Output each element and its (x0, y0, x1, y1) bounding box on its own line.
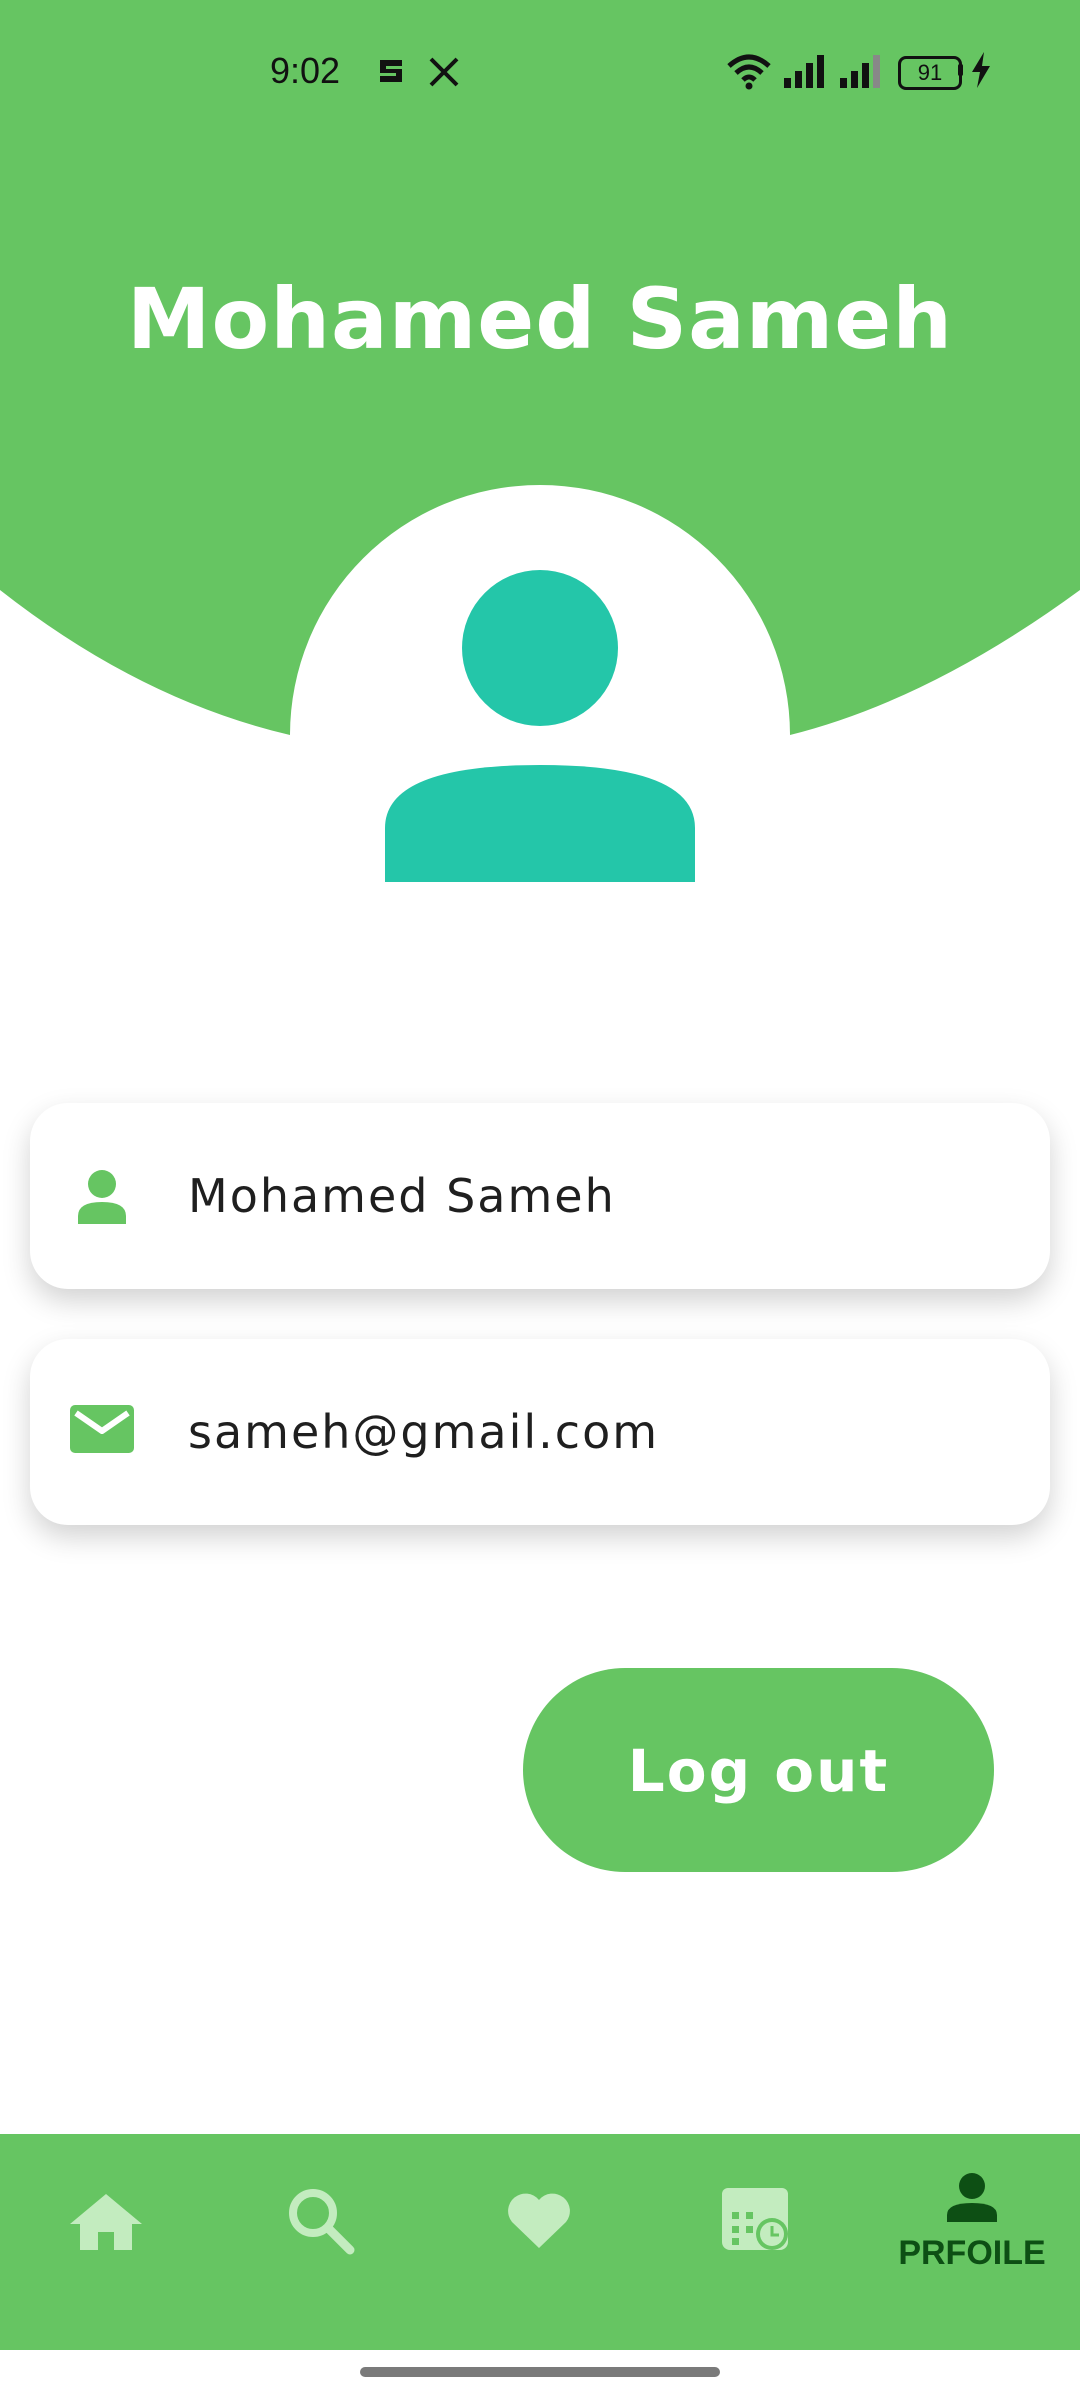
nav-item-schedule[interactable] (666, 2134, 846, 2350)
email-value: sameh@gmail.com (188, 1405, 660, 1459)
page-title: Mohamed Sameh (126, 270, 954, 368)
status-bar: 9:02 91 (0, 0, 1080, 140)
x-app-icon (429, 57, 459, 87)
home-icon (70, 2194, 142, 2250)
heart-icon (508, 2193, 570, 2248)
signal-icon-1 (784, 55, 824, 88)
logout-button[interactable]: Log out (523, 1668, 994, 1872)
battery-level: 91 (917, 60, 943, 85)
nav-item-favorites[interactable] (450, 2134, 630, 2350)
name-card: Mohamed Sameh (30, 1103, 1050, 1289)
signal-icon-2 (840, 55, 880, 88)
wifi-icon (727, 54, 771, 90)
person-icon (78, 1170, 126, 1224)
nav-item-search[interactable] (230, 2134, 410, 2350)
app-notification-icon (380, 60, 402, 82)
avatar-person-icon (385, 570, 695, 882)
home-indicator[interactable] (360, 2367, 720, 2377)
name-value: Mohamed Sameh (188, 1169, 616, 1223)
nav-item-profile[interactable]: PRFOILE (882, 2134, 1062, 2350)
search-icon (289, 2189, 355, 2255)
email-card: sameh@gmail.com (30, 1339, 1050, 1525)
nav-item-home[interactable] (18, 2134, 198, 2350)
mail-icon (70, 1405, 134, 1453)
bottom-nav: PRFOILE (0, 2134, 1080, 2350)
status-time: 9:02 (270, 50, 341, 91)
person-icon (947, 2173, 997, 2222)
charging-icon (972, 52, 990, 88)
calendar-icon (722, 2188, 788, 2250)
nav-label-profile: PRFOILE (898, 2234, 1046, 2272)
battery-icon: 91 (898, 56, 962, 90)
